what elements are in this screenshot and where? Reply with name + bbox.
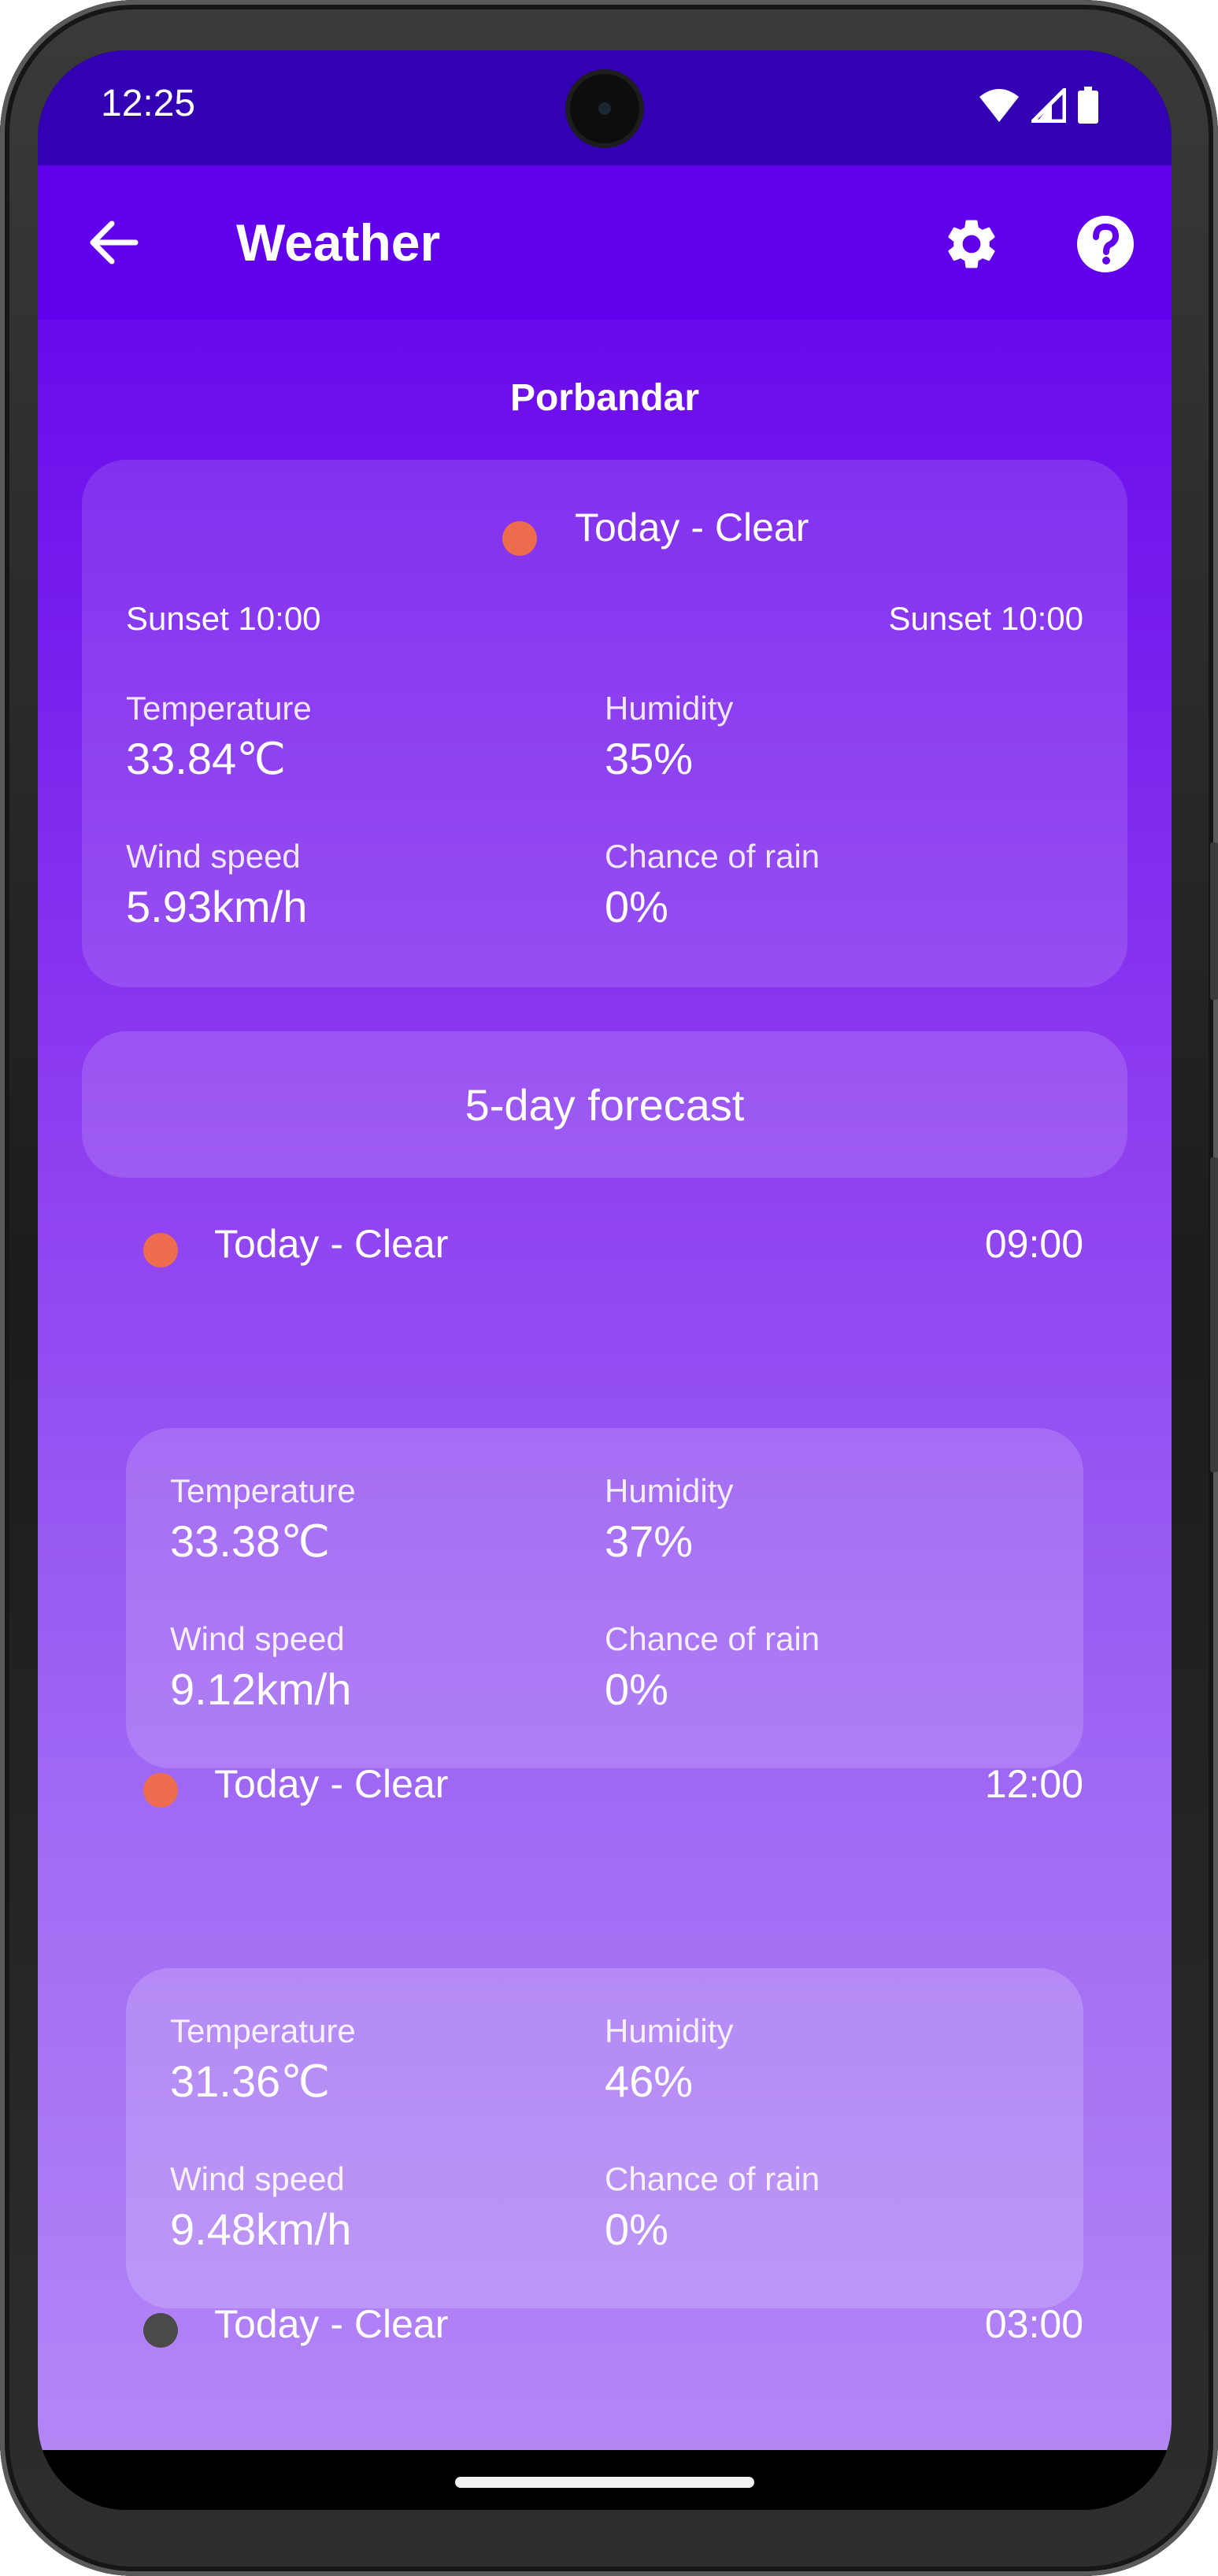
- humidity-value: 46%: [605, 2056, 694, 2106]
- wifi-icon: [979, 89, 1019, 122]
- temperature-value: 33.38℃: [170, 1516, 331, 1566]
- gear-icon[interactable]: [942, 214, 1001, 274]
- app-bar: Weather: [38, 165, 1172, 320]
- sun-icon: [143, 1773, 178, 1808]
- forecast-time: 03:00: [984, 2302, 1083, 2346]
- wind-speed-label: Wind speed: [170, 1620, 345, 1657]
- sunset-label: Sunset 10:00: [888, 600, 1083, 637]
- rain-chance-label: Chance of rain: [605, 2160, 820, 2197]
- rain-chance-value: 0%: [605, 1664, 668, 1714]
- wind-speed-value: 5.93km/h: [126, 882, 308, 931]
- temperature-value: 31.36℃: [170, 2056, 331, 2106]
- forecast-details-card: Temperature 31.36℃ Humidity 46% Wind spe…: [126, 1968, 1083, 2308]
- humidity-label: Humidity: [605, 2012, 734, 2049]
- sunrise-label: Sunset 10:00: [126, 600, 321, 637]
- forecast-condition: Today - Clear: [214, 1222, 449, 1266]
- sun-icon: [502, 521, 537, 556]
- wind-speed-value: 9.12km/h: [170, 1664, 352, 1714]
- sun-icon: [143, 1233, 178, 1268]
- current-weather-card: Today - Clear Sunset 10:00 Sunset 10:00 …: [82, 460, 1127, 987]
- help-icon[interactable]: [1074, 213, 1137, 276]
- rain-chance-value: 0%: [605, 882, 668, 931]
- wind-speed-value: 9.48km/h: [170, 2204, 352, 2254]
- humidity-value: 37%: [605, 1516, 694, 1566]
- screen: 12:25 Weather Porbandar Today - Clear Su…: [38, 50, 1172, 2510]
- current-condition: Today - Clear: [575, 505, 809, 550]
- humidity-label: Humidity: [605, 1472, 734, 1509]
- moon-icon: [143, 2313, 178, 2348]
- back-button[interactable]: [85, 214, 142, 271]
- wind-speed-label: Wind speed: [170, 2160, 345, 2197]
- power-button: [1210, 1157, 1218, 1472]
- forecast-item-header[interactable]: Today - Clear 09:00: [38, 1212, 1172, 1275]
- forecast-time: 12:00: [984, 1762, 1083, 1806]
- weather-content[interactable]: Porbandar Today - Clear Sunset 10:00 Sun…: [38, 320, 1172, 2450]
- signal-icon: [1031, 88, 1066, 123]
- forecast-item-header[interactable]: Today - Clear 03:00: [38, 2293, 1172, 2356]
- humidity-value: 35%: [605, 734, 694, 783]
- battery-icon: [1078, 87, 1098, 124]
- rain-chance-value: 0%: [605, 2204, 668, 2254]
- forecast-item-header[interactable]: Today - Clear 12:00: [38, 1752, 1172, 1815]
- forecast-time: 09:00: [984, 1222, 1083, 1266]
- status-icons: [978, 87, 1099, 124]
- front-camera: [570, 74, 639, 143]
- forecast-condition: Today - Clear: [214, 1762, 449, 1806]
- temperature-label: Temperature: [170, 1472, 356, 1509]
- status-bar: 12:25: [38, 50, 1172, 165]
- location-name: Porbandar: [509, 377, 700, 419]
- status-time: 12:25: [101, 83, 196, 124]
- five-day-forecast-button[interactable]: 5-day forecast: [82, 1031, 1127, 1178]
- rain-chance-label: Chance of rain: [605, 838, 820, 875]
- wind-speed-label: Wind speed: [126, 838, 301, 875]
- phone-frame: 12:25 Weather Porbandar Today - Clear Su…: [0, 0, 1218, 2576]
- temperature-value: 33.84℃: [126, 734, 287, 783]
- humidity-label: Humidity: [605, 690, 734, 727]
- volume-button: [1210, 842, 1218, 1000]
- home-gesture-handle[interactable]: [455, 2477, 754, 2488]
- back-arrow-icon: [90, 220, 139, 265]
- temperature-label: Temperature: [126, 690, 312, 727]
- forecast-details-card: Temperature 33.38℃ Humidity 37% Wind spe…: [126, 1428, 1083, 1768]
- forecast-condition: Today - Clear: [214, 2302, 449, 2346]
- navigation-bar: [38, 2450, 1172, 2510]
- page-title: Weather: [236, 213, 441, 272]
- temperature-label: Temperature: [170, 2012, 356, 2049]
- rain-chance-label: Chance of rain: [605, 1620, 820, 1657]
